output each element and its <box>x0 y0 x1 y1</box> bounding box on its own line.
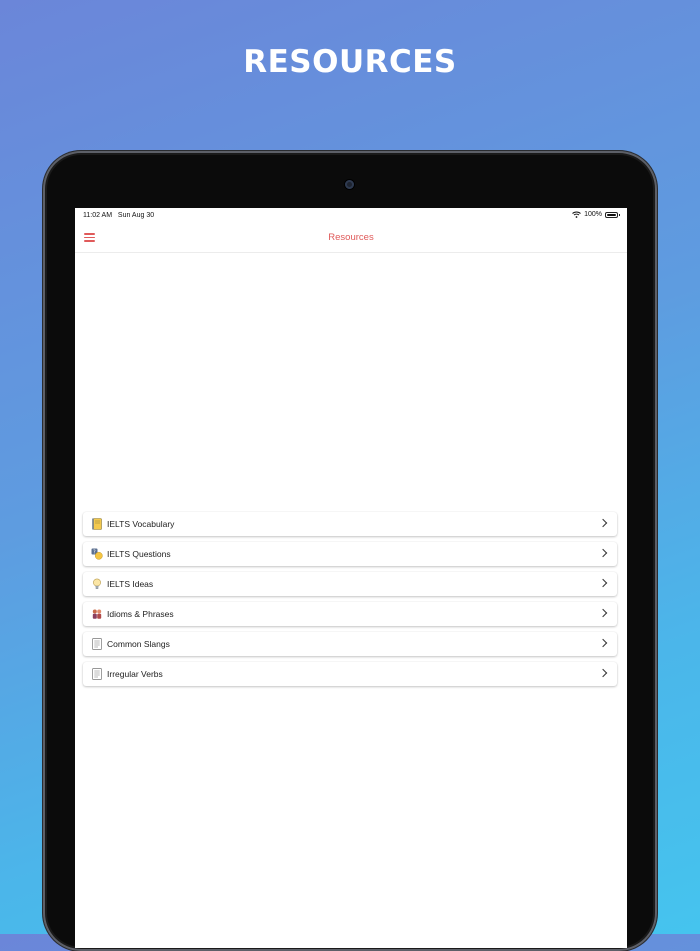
app-screen: 11:02 AM Sun Aug 30 100% Resources IELTS… <box>75 208 627 948</box>
document-icon <box>92 668 102 680</box>
headline: RESOURCES <box>243 44 457 80</box>
resource-ielts-vocabulary[interactable]: IELTS Vocabulary <box>83 512 617 536</box>
resource-label: Idioms & Phrases <box>107 609 174 619</box>
resource-ielts-questions[interactable]: ? IELTS Questions <box>83 542 617 566</box>
status-time: 11:02 AM <box>83 212 113 219</box>
resource-common-slangs[interactable]: Common Slangs <box>83 632 617 656</box>
lightbulb-icon <box>93 578 101 589</box>
resource-ielts-ideas[interactable]: IELTS Ideas <box>83 572 617 596</box>
chevron-right-icon <box>598 638 608 648</box>
resources-list: IELTS Vocabulary ? IELTS Questions IELTS… <box>83 512 617 692</box>
chevron-right-icon <box>598 548 608 558</box>
resource-label: IELTS Questions <box>107 549 171 559</box>
ipad-frame: 11:02 AM Sun Aug 30 100% Resources IELTS… <box>43 151 657 951</box>
resource-label: IELTS Vocabulary <box>107 519 175 529</box>
status-bar: 11:02 AM Sun Aug 30 100% <box>75 208 627 224</box>
page-title: Resources <box>328 232 374 243</box>
resource-irregular-verbs[interactable]: Irregular Verbs <box>83 662 617 686</box>
chevron-right-icon <box>598 578 608 588</box>
camera-icon <box>345 180 354 189</box>
resource-label: IELTS Ideas <box>107 579 154 589</box>
wifi-icon <box>572 211 581 218</box>
battery-icon <box>605 211 620 218</box>
status-date: Sun Aug 30 <box>117 212 155 219</box>
people-icon <box>92 609 102 619</box>
chevron-right-icon <box>598 518 608 528</box>
battery-percent: 100% <box>584 211 602 218</box>
navigation-bar: Resources <box>75 224 627 253</box>
document-icon <box>92 638 102 650</box>
notebook-icon <box>92 518 102 530</box>
question-hand-icon: ? <box>91 548 103 560</box>
resource-idioms-phrases[interactable]: Idioms & Phrases <box>83 602 617 626</box>
chevron-right-icon <box>598 608 608 618</box>
resource-label: Common Slangs <box>107 639 170 649</box>
chevron-right-icon <box>598 668 608 678</box>
resource-label: Irregular Verbs <box>107 669 163 679</box>
